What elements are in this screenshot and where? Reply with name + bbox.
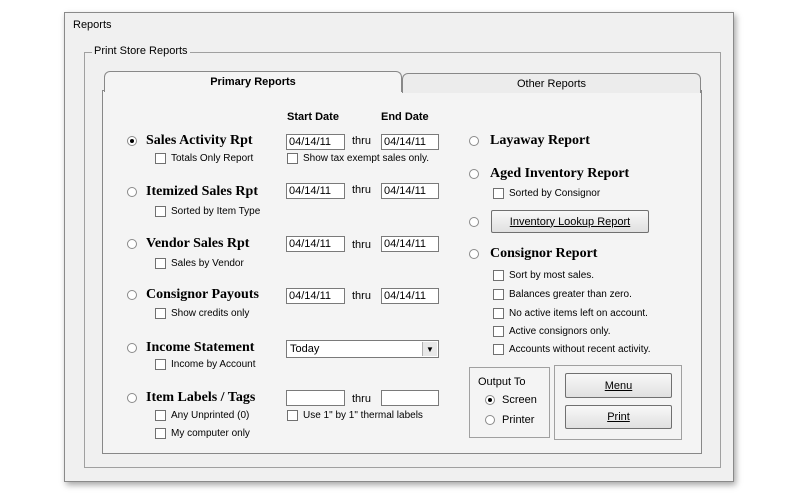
inventory-lookup-button-label: Inventory Lookup Report [509,215,631,228]
tab-other-reports[interactable]: Other Reports [402,73,701,93]
any-unprinted-label: Any Unprinted (0) [171,410,250,421]
checkbox-income-by-account[interactable] [155,359,166,370]
inventory-lookup-button[interactable]: Inventory Lookup Report [491,210,649,233]
layaway-report-label: Layaway Report [490,133,590,148]
radio-consignor-report[interactable] [469,249,479,259]
thru-label: thru [352,184,371,196]
totals-only-label: Totals Only Report [171,153,254,164]
item-labels-label: Item Labels / Tags [146,390,256,405]
checkbox-accounts-without-activity[interactable] [493,344,504,355]
window-title: Reports [73,19,112,31]
checkbox-no-active-items[interactable] [493,308,504,319]
menu-button-label: Menu [604,379,633,392]
thermal-labels-label: Use 1" by 1" thermal labels [303,410,423,421]
income-by-account-label: Income by Account [171,359,256,370]
radio-consignor-payouts[interactable] [127,290,137,300]
itemized-sales-label: Itemized Sales Rpt [146,184,258,199]
end-date-header: End Date [381,111,429,123]
menu-button[interactable]: Menu [565,373,672,398]
vendor-sales-end-date[interactable]: 04/14/11 [381,236,439,252]
checkbox-balances-greater-than-zero[interactable] [493,289,504,300]
radio-inventory-lookup[interactable] [469,217,479,227]
print-button[interactable]: Print [565,405,672,429]
sales-activity-end-date[interactable]: 04/14/11 [381,134,439,150]
tab-other-label: Other Reports [516,77,587,90]
vendor-sales-start-date[interactable]: 04/14/11 [286,236,345,252]
checkbox-totals-only[interactable] [155,153,166,164]
radio-aged-inventory[interactable] [469,169,479,179]
thru-label: thru [352,393,371,405]
itemized-sales-start-date[interactable]: 04/14/11 [286,183,345,199]
output-to-label: Output To [478,376,526,388]
income-period-value: Today [290,343,320,355]
tax-exempt-label: Show tax exempt sales only. [303,153,429,164]
checkbox-any-unprinted[interactable] [155,410,166,421]
output-printer-label: Printer [502,414,535,426]
thru-label: thru [352,290,371,302]
vendor-sales-label: Vendor Sales Rpt [146,236,250,251]
sales-activity-start-date[interactable]: 04/14/11 [286,134,345,150]
checkbox-tax-exempt[interactable] [287,153,298,164]
checkbox-sorted-by-consignor[interactable] [493,188,504,199]
checkbox-show-credits-only[interactable] [155,308,166,319]
checkbox-active-consignors-only[interactable] [493,326,504,337]
radio-output-printer[interactable] [485,415,495,425]
chevron-down-icon[interactable]: ▼ [422,342,437,356]
tab-primary-label: Primary Reports [210,76,296,88]
thru-label: thru [352,135,371,147]
sorted-by-consignor-label: Sorted by Consignor [509,188,601,199]
sales-by-vendor-label: Sales by Vendor [171,258,244,269]
itemized-sales-end-date[interactable]: 04/14/11 [381,183,439,199]
print-button-label: Print [607,411,630,423]
sales-activity-label: Sales Activity Rpt [146,133,253,148]
checkbox-sort-by-most-sales[interactable] [493,270,504,281]
radio-item-labels[interactable] [127,393,137,403]
consignor-payouts-end-date[interactable]: 04/14/11 [381,288,439,304]
consignor-payouts-start-date[interactable]: 04/14/11 [286,288,345,304]
radio-layaway-report[interactable] [469,136,479,146]
tab-primary-reports[interactable]: Primary Reports [104,71,402,92]
balances-greater-label: Balances greater than zero. [509,289,632,300]
thru-label: thru [352,239,371,251]
show-credits-only-label: Show credits only [171,308,250,319]
checkbox-sorted-by-item-type[interactable] [155,206,166,217]
checkbox-my-computer-only[interactable] [155,428,166,439]
sort-by-most-sales-label: Sort by most sales. [509,270,595,281]
radio-sales-activity[interactable] [127,136,137,146]
income-period-select[interactable]: Today ▼ [286,340,439,358]
active-consignors-label: Active consignors only. [509,326,611,337]
consignor-payouts-label: Consignor Payouts [146,287,259,302]
my-computer-only-label: My computer only [171,428,250,439]
radio-itemized-sales[interactable] [127,187,137,197]
income-statement-label: Income Statement [146,340,255,355]
group-caption: Print Store Reports [92,45,190,57]
checkbox-thermal-labels[interactable] [287,410,298,421]
consignor-report-label: Consignor Report [490,246,598,261]
accounts-without-activity-label: Accounts without recent activity. [509,344,651,355]
aged-inventory-label: Aged Inventory Report [490,166,630,181]
checkbox-sales-by-vendor[interactable] [155,258,166,269]
item-labels-start[interactable] [286,390,345,406]
item-labels-end[interactable] [381,390,439,406]
start-date-header: Start Date [287,111,339,123]
sorted-by-item-type-label: Sorted by Item Type [171,206,261,217]
output-screen-label: Screen [502,394,537,406]
radio-vendor-sales[interactable] [127,239,137,249]
no-active-items-label: No active items left on account. [509,308,648,319]
radio-output-screen[interactable] [485,395,495,405]
radio-income-statement[interactable] [127,343,137,353]
